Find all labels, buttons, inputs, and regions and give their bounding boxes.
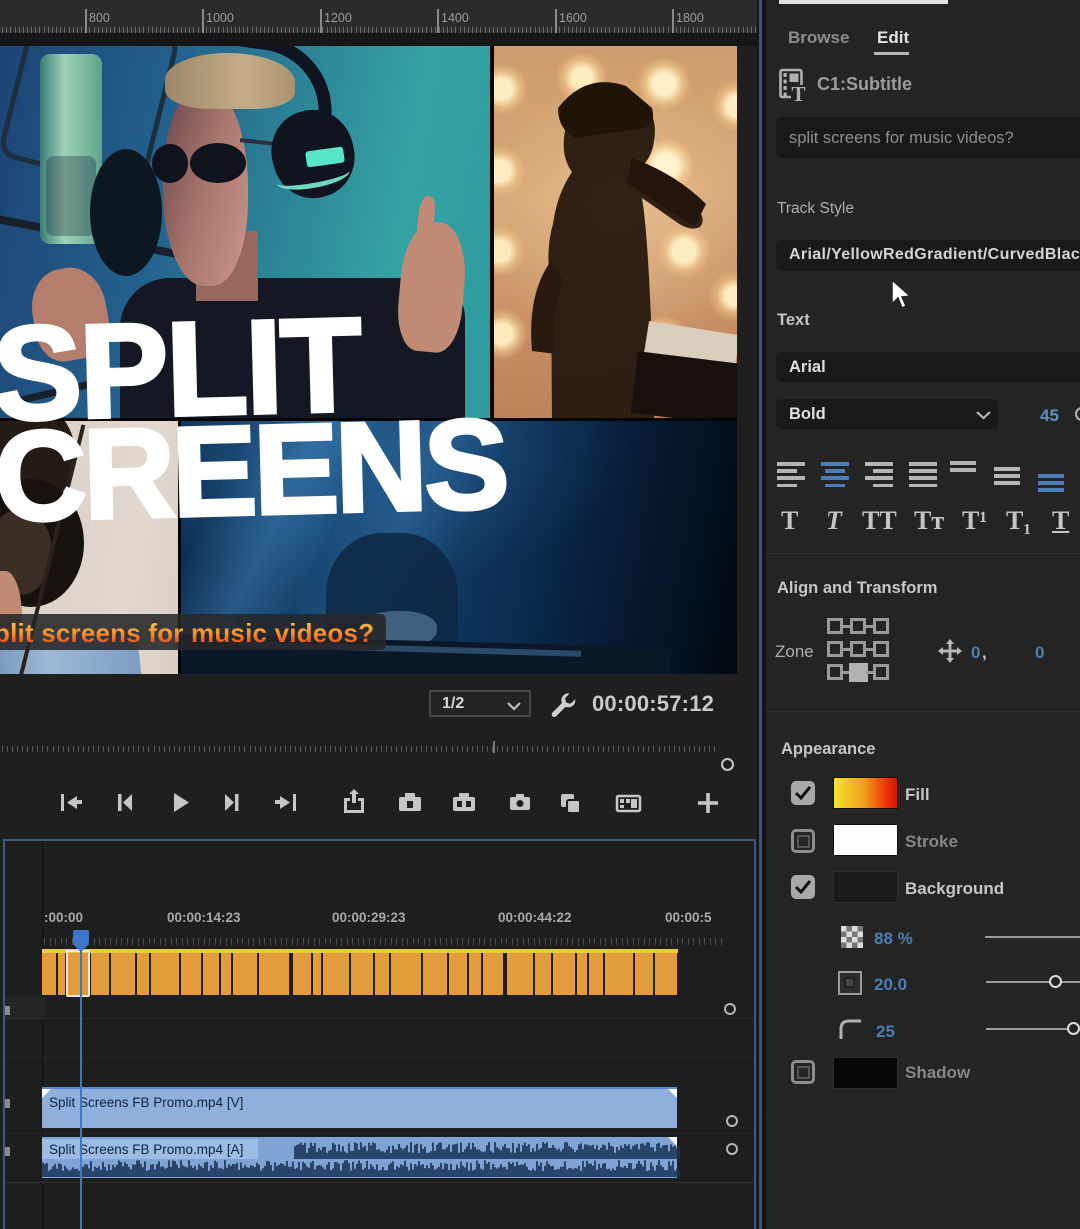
svg-text:T: T (792, 82, 806, 104)
